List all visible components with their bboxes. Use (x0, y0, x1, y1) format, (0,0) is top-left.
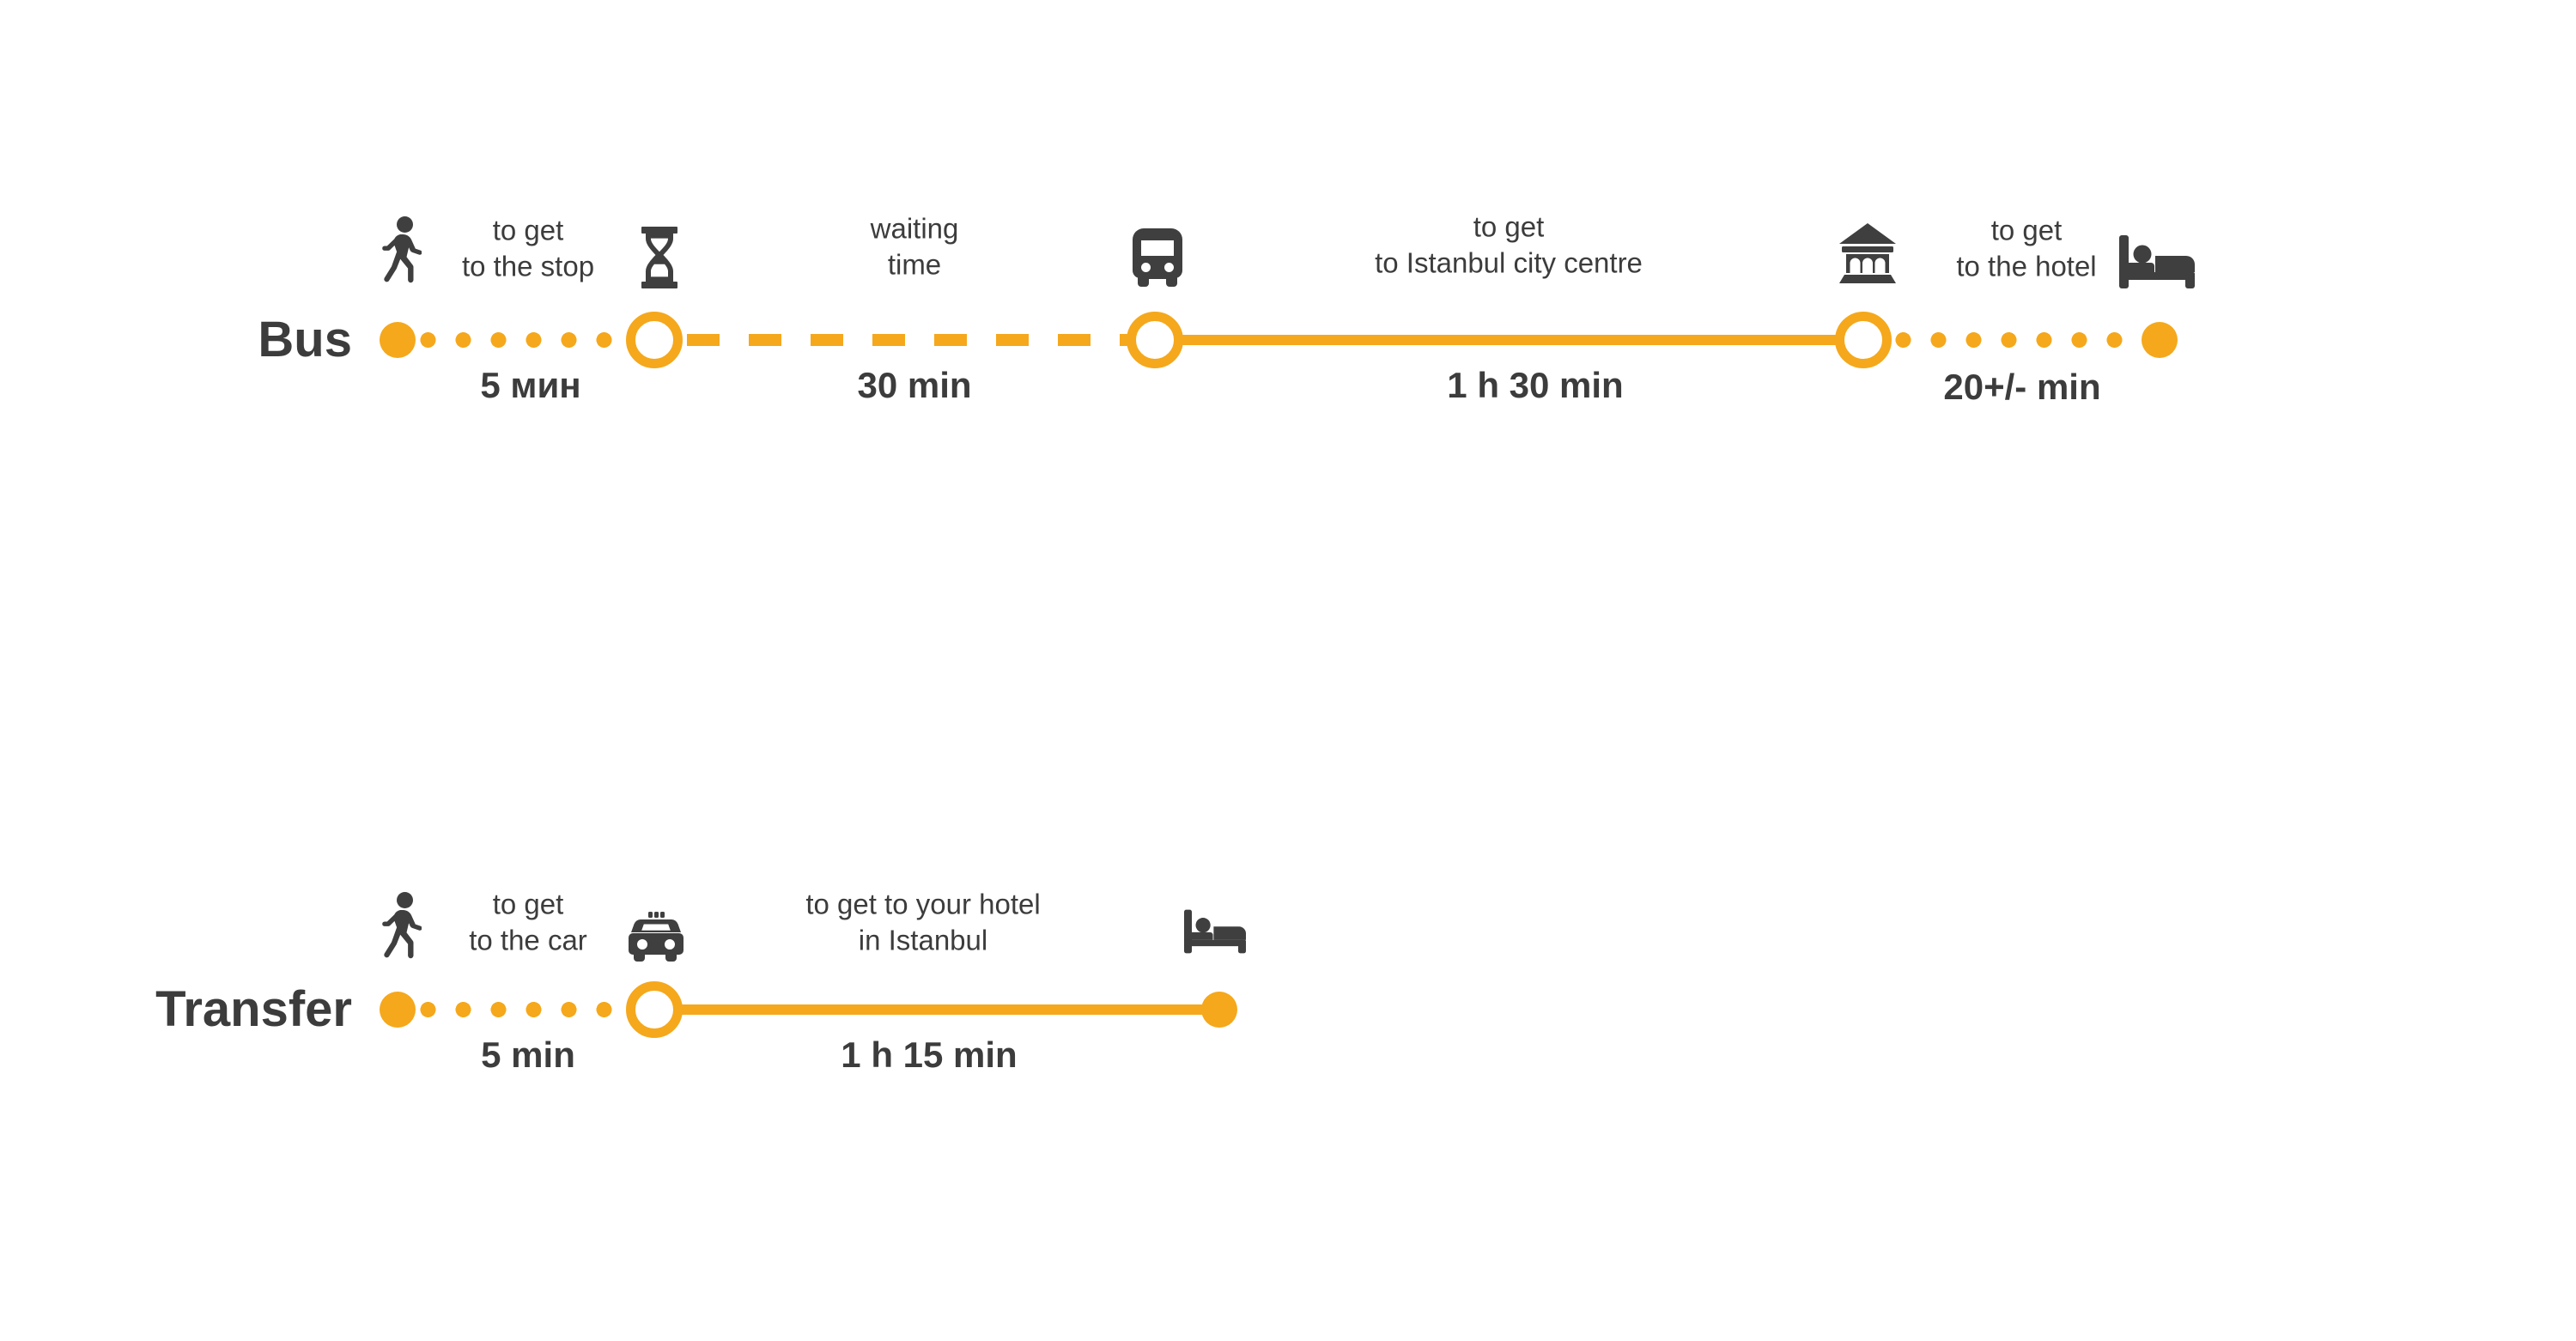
row-label-bus: Bus (258, 312, 352, 367)
caption-to-hotel-transfer: to get to your hotel in Istanbul (805, 888, 1041, 956)
node-start-bus[interactable] (380, 322, 416, 358)
caption-waiting-time: waiting time (870, 212, 959, 281)
node-bus-stop[interactable] (626, 312, 683, 368)
bed-icon (1184, 909, 1246, 954)
segment-line-walk-to-stop (410, 332, 653, 348)
caption-to-hotel-bus: to get to the hotel (1956, 214, 2097, 282)
node-end-hotel-transfer[interactable] (1201, 992, 1237, 1028)
caption-walk-to-stop: to get to the stop (461, 214, 595, 282)
node-start-transfer[interactable] (380, 992, 416, 1028)
segment-line-to-hotel (1886, 332, 2152, 348)
segment-line-waiting (687, 334, 1142, 346)
taxi-icon (629, 912, 683, 962)
caption-to-city-centre: to get to Istanbul city centre (1375, 210, 1643, 279)
bank-icon (1839, 223, 1896, 283)
node-car-pickup[interactable] (626, 981, 683, 1038)
duration-walk-to-stop: 5 мин (480, 365, 581, 405)
row-label-transfer: Transfer (155, 981, 352, 1037)
hourglass-icon (638, 227, 681, 288)
node-bus-boarding[interactable] (1127, 312, 1183, 368)
node-end-hotel-bus[interactable] (2142, 322, 2178, 358)
segment-line-walk-to-car (410, 1002, 653, 1017)
node-city-centre[interactable] (1835, 312, 1892, 368)
bed-icon (2119, 235, 2195, 288)
bus-icon (1133, 228, 1182, 287)
segment-line-transfer-ride (665, 1004, 1224, 1015)
walking-person-icon (382, 892, 422, 962)
caption-walk-to-car: to get to the car (469, 888, 587, 956)
duration-transfer-ride: 1 h 15 min (841, 1035, 1018, 1075)
duration-walk-to-car: 5 min (481, 1035, 575, 1075)
infographic-canvas: Bus to get to the stop waiting time to g… (0, 0, 2576, 1341)
duration-to-hotel-bus: 20+/- min (1943, 367, 2101, 407)
walking-person-icon (382, 216, 422, 287)
duration-bus-ride: 1 h 30 min (1447, 365, 1624, 405)
duration-waiting-time: 30 min (857, 365, 972, 405)
segment-line-bus-ride (1163, 335, 1855, 345)
